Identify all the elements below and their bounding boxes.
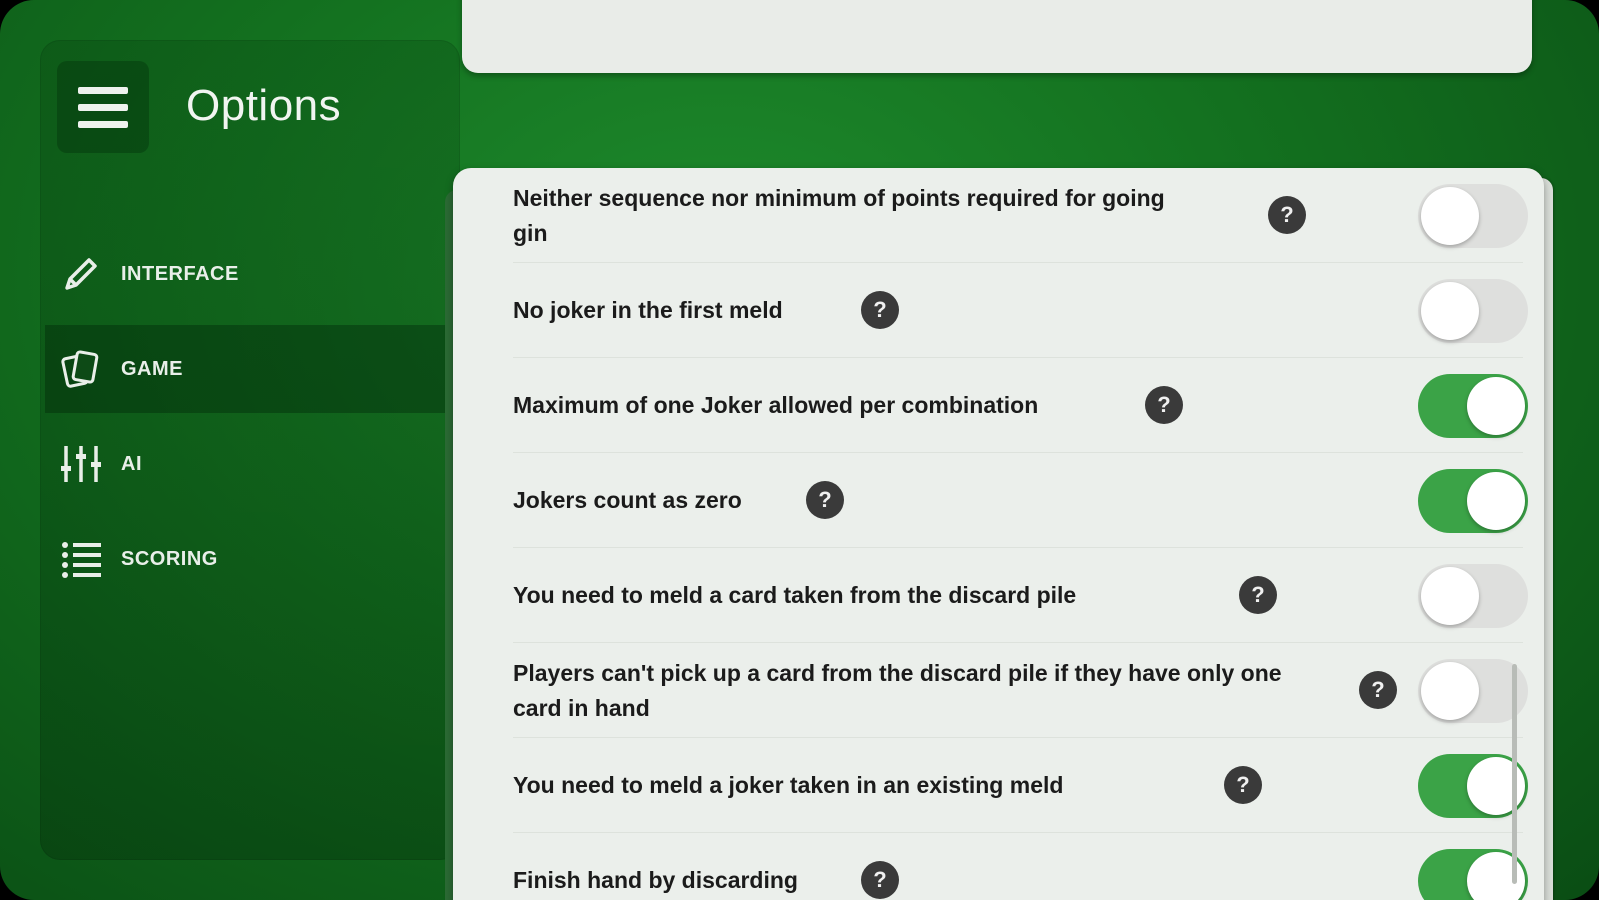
setting-label: Neither sequence nor minimum of points r… <box>513 184 1165 246</box>
setting-row: Neither sequence nor minimum of points r… <box>513 168 1528 263</box>
cards-icon <box>61 350 99 388</box>
setting-label: No joker in the first meld <box>513 297 783 323</box>
hamburger-menu-icon-bar <box>78 120 128 128</box>
settings-panel: Neither sequence nor minimum of points r… <box>453 168 1544 900</box>
setting-row: Players can't pick up a card from the di… <box>513 643 1528 738</box>
menu-button[interactable] <box>57 61 149 153</box>
setting-row: No joker in the first meld ? <box>513 263 1528 358</box>
sidebar-item-label: INTERFACE <box>121 263 239 285</box>
sidebar-item-label: SCORING <box>121 548 218 570</box>
sidebar-item-game[interactable]: GAME <box>45 325 445 413</box>
setting-row: You need to meld a joker taken in an exi… <box>513 738 1528 833</box>
sidebar-item-scoring[interactable]: SCORING <box>45 515 445 603</box>
toggle-switch[interactable] <box>1418 469 1528 533</box>
toggle-switch[interactable] <box>1418 184 1528 248</box>
sidebar-item-label: AI <box>121 453 142 475</box>
list-icon <box>62 542 101 578</box>
setting-label: You need to meld a card taken from the d… <box>513 582 1077 608</box>
sidebar-item-ai[interactable]: AI <box>45 420 445 508</box>
help-icon[interactable]: ? <box>1268 196 1306 234</box>
setting-label: Maximum of one Joker allowed per combina… <box>513 392 1039 418</box>
help-icon[interactable]: ? <box>1239 576 1277 614</box>
help-icon[interactable]: ? <box>1145 386 1183 424</box>
help-icon[interactable]: ? <box>861 291 899 329</box>
toggle-knob <box>1421 662 1479 720</box>
sidebar-item-label: GAME <box>121 358 183 380</box>
setting-label: You need to meld a joker taken in an exi… <box>513 772 1064 798</box>
setting-row: Finish hand by discarding ? <box>513 833 1528 900</box>
page-title: Options <box>186 81 342 130</box>
toggle-switch[interactable] <box>1418 374 1528 438</box>
toggle-knob <box>1467 472 1525 530</box>
toggle-knob <box>1421 567 1479 625</box>
sliders-icon <box>61 446 101 482</box>
hamburger-menu-icon <box>78 86 128 94</box>
setting-row: Maximum of one Joker allowed per combina… <box>513 358 1528 453</box>
help-icon[interactable]: ? <box>1359 671 1397 709</box>
setting-label: Finish hand by discarding <box>513 867 798 893</box>
scrollbar[interactable] <box>1512 664 1517 884</box>
setting-row: Jokers count as zero ? <box>513 453 1528 548</box>
app-screen: Options INTERFACE GAME AI SCORING Neithe… <box>0 0 1599 900</box>
help-icon[interactable]: ? <box>806 481 844 519</box>
toggle-switch[interactable] <box>1418 279 1528 343</box>
help-icon[interactable]: ? <box>1224 766 1262 804</box>
toggle-knob <box>1421 282 1479 340</box>
help-icon[interactable]: ? <box>861 861 899 899</box>
pencil-icon <box>65 258 97 290</box>
toggle-knob <box>1421 187 1479 245</box>
setting-label: Jokers count as zero <box>513 487 742 513</box>
setting-label: Players can't pick up a card from the di… <box>513 659 1282 721</box>
toggle-switch[interactable] <box>1418 564 1528 628</box>
sidebar-item-interface[interactable]: INTERFACE <box>45 230 445 318</box>
hamburger-menu-icon-bar <box>78 103 128 111</box>
setting-row: You need to meld a card taken from the d… <box>513 548 1528 643</box>
toggle-knob <box>1467 377 1525 435</box>
top-card <box>462 0 1532 73</box>
